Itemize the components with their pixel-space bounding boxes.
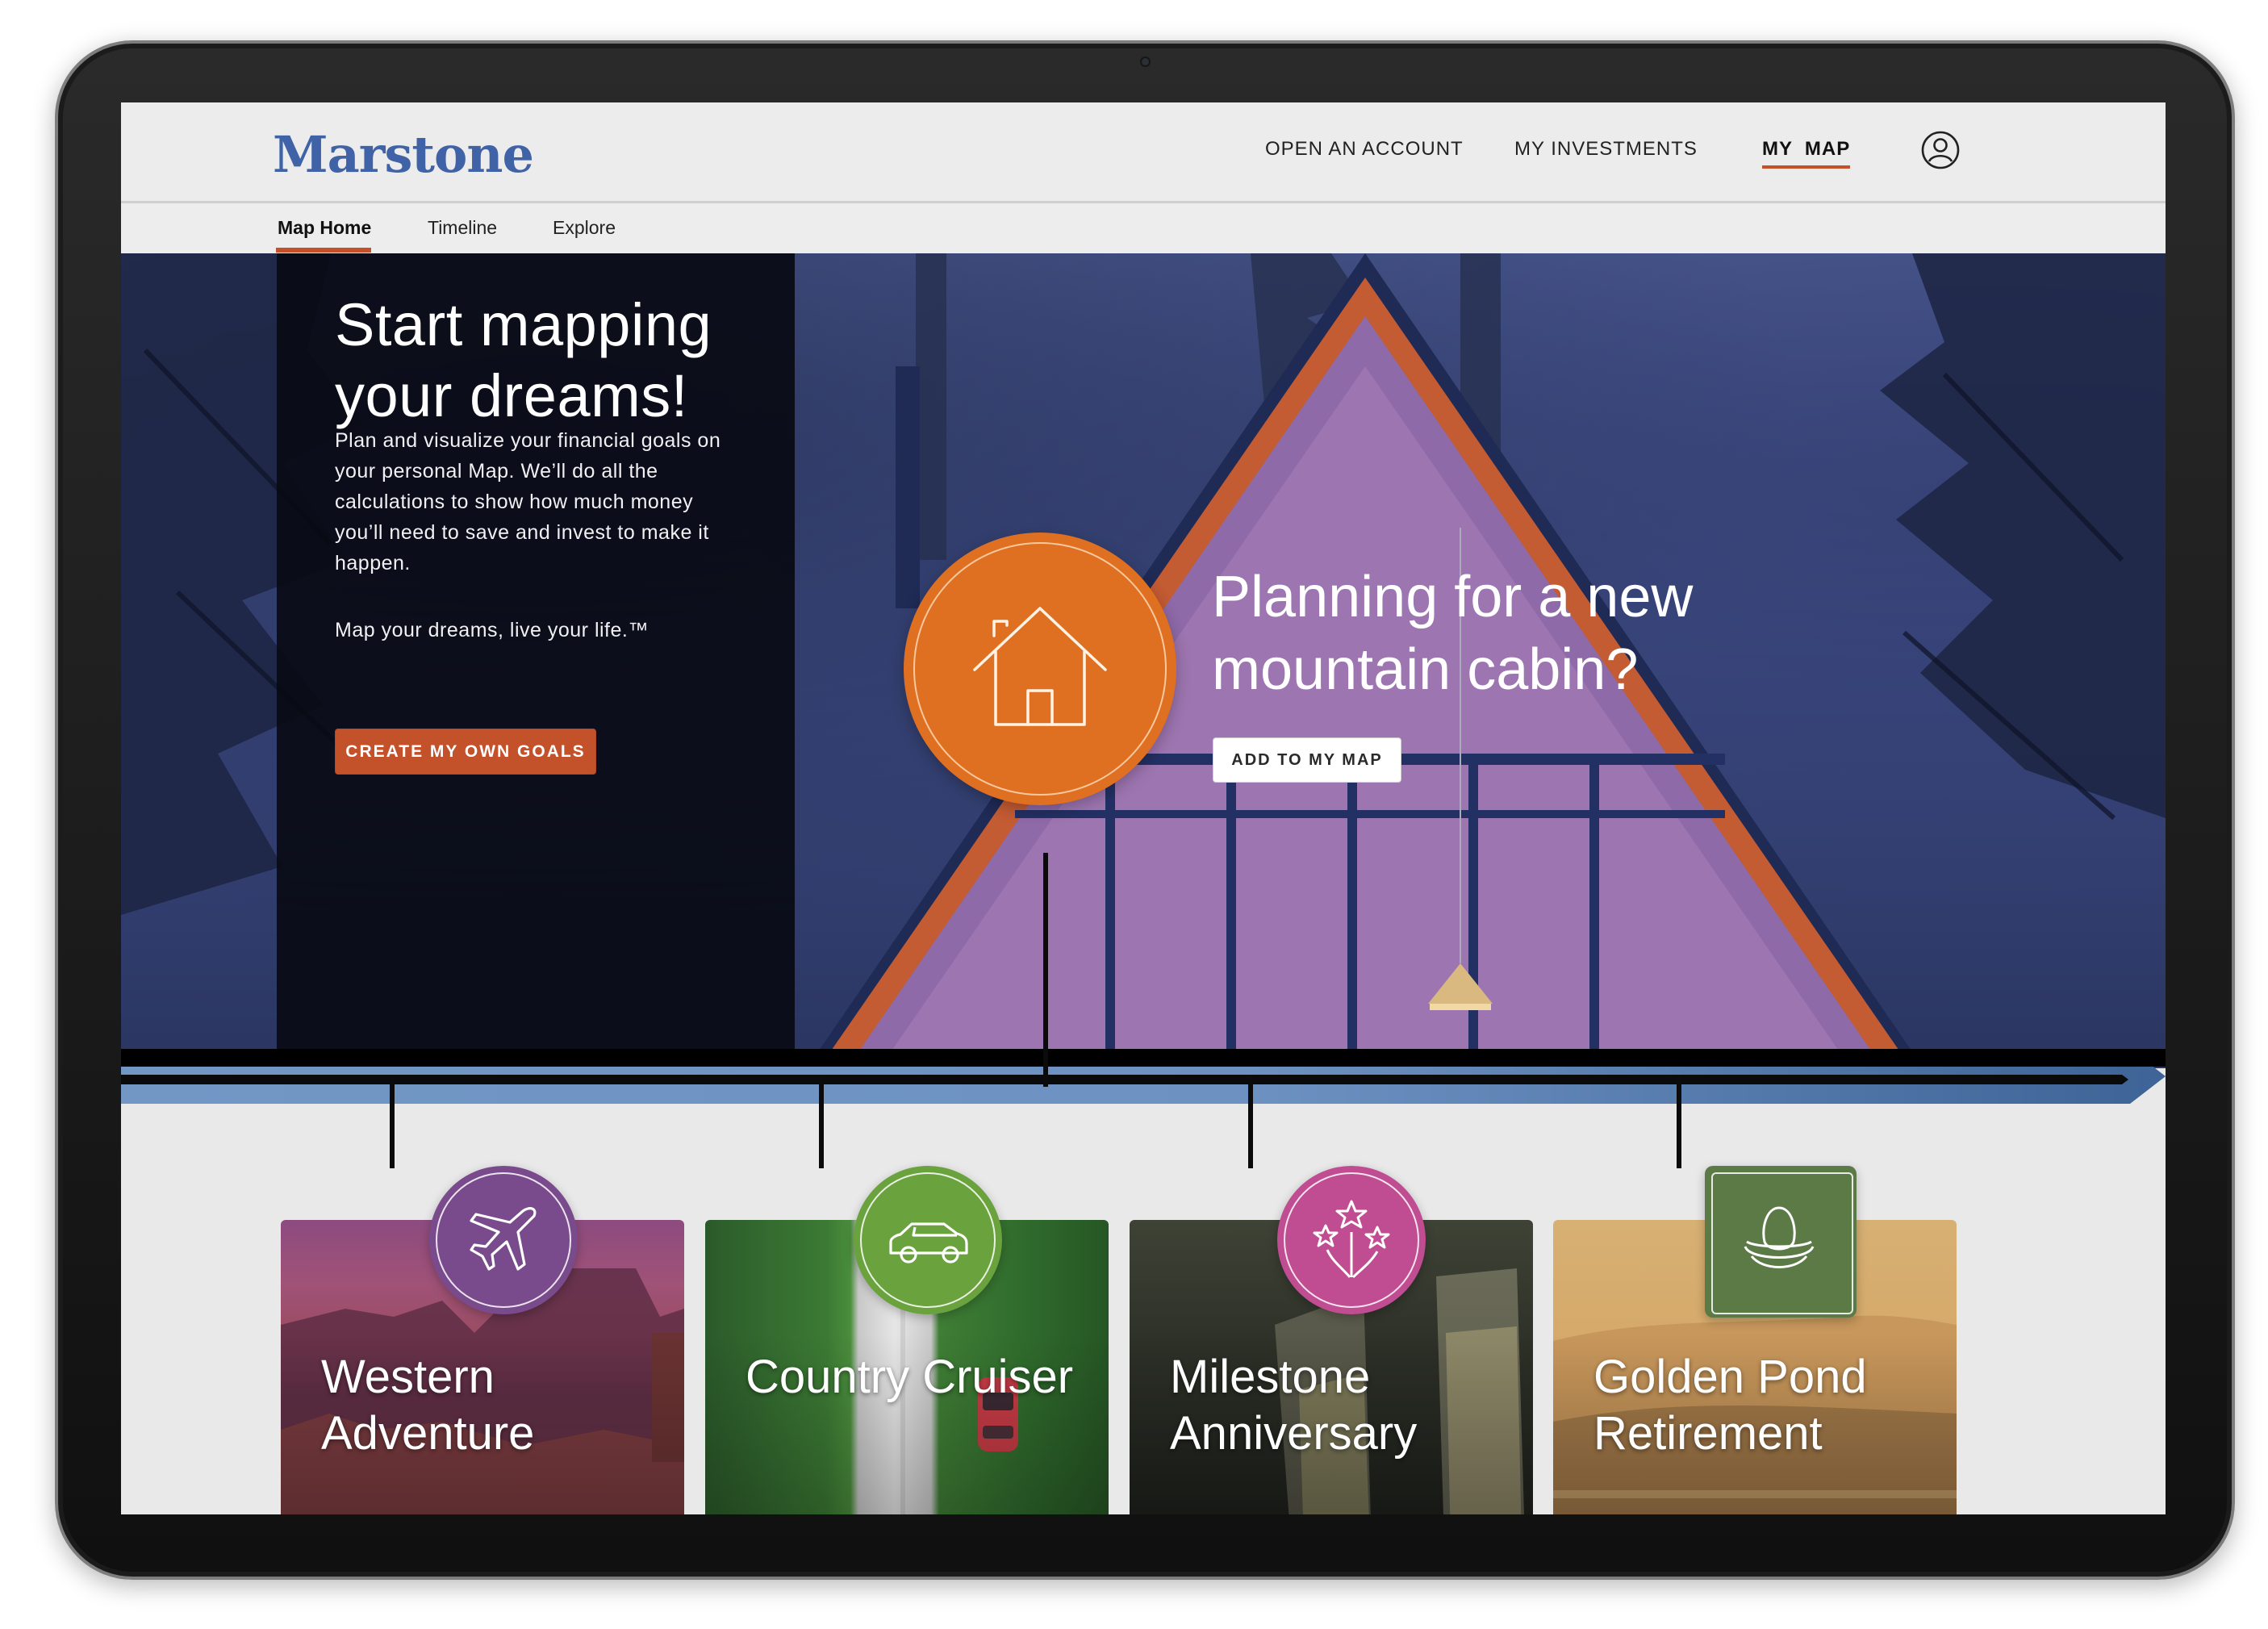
house-icon xyxy=(973,607,1107,726)
nav-my-investments[interactable]: MY INVESTMENTS xyxy=(1514,138,1698,161)
golden-pond-retirement-badge[interactable] xyxy=(1705,1166,1857,1318)
goal-connector-4 xyxy=(1677,1075,1681,1168)
active-tab-indicator xyxy=(276,248,371,253)
milestone-anniversary-badge[interactable] xyxy=(1277,1166,1426,1314)
tab-timeline[interactable]: Timeline xyxy=(428,217,497,239)
goals-timeline xyxy=(121,1049,2166,1104)
create-my-own-goals-button[interactable]: CREATE MY OWN GOALS xyxy=(335,729,596,775)
goal-connector-1 xyxy=(390,1075,395,1168)
nav-open-account[interactable]: OPEN AN ACCOUNT xyxy=(1265,138,1464,161)
camera-dot xyxy=(1142,58,1149,65)
goal-connector-3 xyxy=(1248,1075,1253,1168)
marstone-logo[interactable]: Marstone xyxy=(273,125,534,184)
tab-map-home[interactable]: Map Home xyxy=(278,217,371,239)
nav-my-map[interactable]: MY MAP xyxy=(1762,138,1851,169)
goal-card-title: Western Adventure xyxy=(321,1351,535,1460)
nest-egg-icon xyxy=(1744,1206,1815,1268)
fireworks-icon xyxy=(1313,1200,1390,1279)
goal-card-title: Milestone Anniversary xyxy=(1170,1351,1418,1460)
hero-tagline: Map your dreams, live your life.™ xyxy=(335,619,649,641)
goal-connector-2 xyxy=(819,1075,824,1168)
featured-goal-title: Planning for a new mountain cabin? xyxy=(1212,565,1694,702)
featured-goal-connector xyxy=(1043,853,1048,1087)
hero-title: Start mapping your dreams! xyxy=(335,291,712,429)
car-icon xyxy=(889,1222,968,1264)
western-adventure-badge[interactable] xyxy=(429,1166,578,1314)
goal-card-title: Country Cruiser xyxy=(746,1351,1074,1403)
goal-card-title: Golden Pond Retirement xyxy=(1593,1351,1867,1460)
airplane-icon xyxy=(470,1207,537,1271)
featured-goal-badge[interactable] xyxy=(904,533,1176,805)
app-screen: Marstone OPEN AN ACCOUNT MY INVESTMENTS … xyxy=(121,102,2166,1514)
country-cruiser-badge[interactable] xyxy=(854,1166,1002,1314)
hero-description: Plan and visualize your financial goals … xyxy=(335,429,721,574)
user-profile-icon[interactable] xyxy=(1920,130,1961,170)
tab-explore[interactable]: Explore xyxy=(553,217,616,239)
add-to-my-map-button[interactable]: ADD TO MY MAP xyxy=(1213,737,1401,783)
